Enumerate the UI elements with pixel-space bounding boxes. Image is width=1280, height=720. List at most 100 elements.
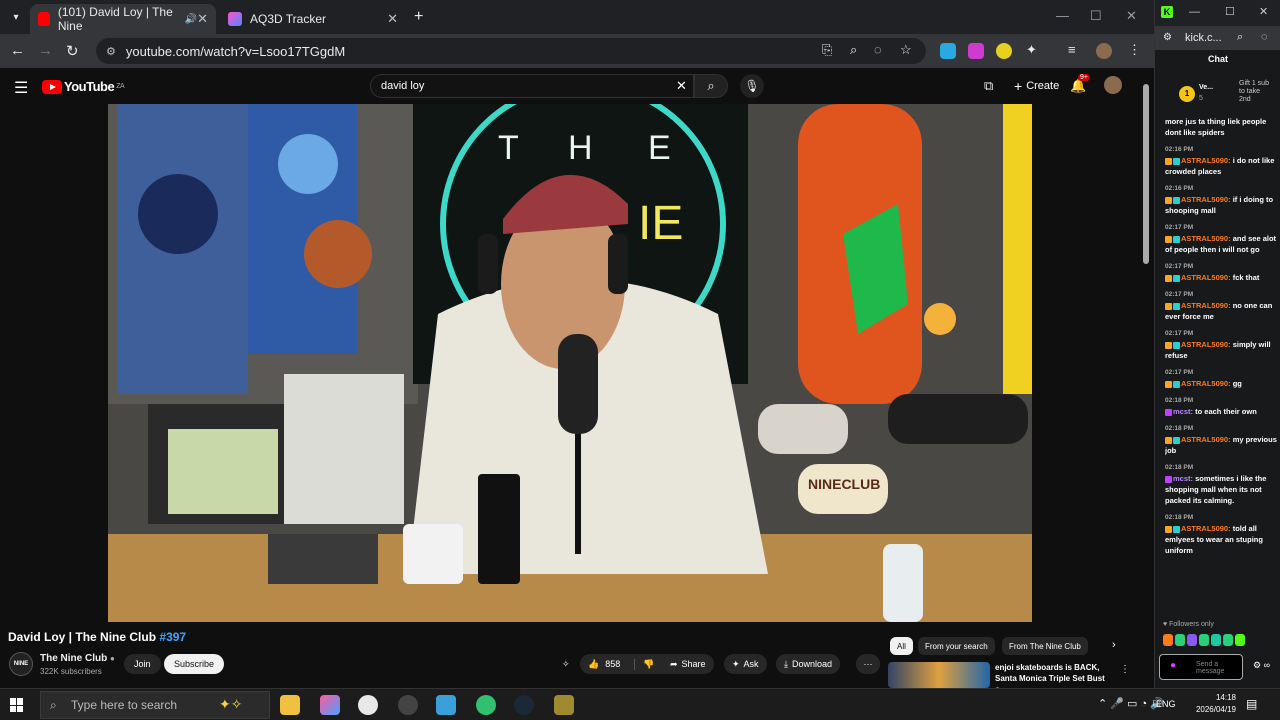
scrollbar-thumb[interactable]: [1143, 84, 1149, 264]
message-username[interactable]: ASTRAL5090:: [1181, 524, 1231, 533]
recommended-menu-icon[interactable]: ⋮: [1120, 664, 1130, 675]
message-username[interactable]: ASTRAL5090:: [1181, 195, 1231, 204]
emote-icon[interactable]: [1187, 634, 1197, 646]
microphone-icon[interactable]: 🎙: [740, 74, 764, 98]
extension-icon[interactable]: [968, 43, 984, 59]
app-icon[interactable]: [398, 695, 418, 715]
chip-from-channel[interactable]: From The Nine Club: [1002, 637, 1088, 655]
subscribe-button[interactable]: Subscribe: [164, 654, 225, 674]
search-button[interactable]: ⌕: [694, 74, 728, 98]
tab-aq3d[interactable]: AQ3D Tracker ✕: [220, 4, 406, 34]
file-explorer-icon[interactable]: [280, 695, 300, 715]
eye-off-icon[interactable]: ◌: [874, 42, 882, 57]
game-icon[interactable]: [554, 695, 574, 715]
more-actions-icon[interactable]: ···: [856, 654, 880, 674]
speaker-icon[interactable]: 🔊: [185, 14, 197, 25]
message-username[interactable]: ASTRAL5090:: [1181, 273, 1231, 282]
start-button[interactable]: [10, 698, 24, 712]
download-button[interactable]: ⤓ Download: [776, 654, 841, 674]
notification-center-icon[interactable]: ▤: [1246, 697, 1257, 711]
tab-search-icon[interactable]: ▾: [8, 9, 24, 25]
emote-icon[interactable]: [1235, 634, 1245, 646]
language-indicator[interactable]: ENG: [1156, 699, 1176, 709]
back-icon[interactable]: ←: [10, 42, 25, 59]
minimize-icon[interactable]: —: [1189, 6, 1200, 18]
recommended-thumbnail[interactable]: [888, 662, 990, 688]
video-player[interactable]: T H E IE NINECLUB: [108, 104, 1032, 622]
cast-icon[interactable]: ⧉: [984, 78, 993, 94]
user-avatar[interactable]: [1104, 76, 1122, 94]
zoom-icon[interactable]: ⌕: [850, 42, 857, 58]
tab-youtube[interactable]: (101) David Loy | The Nine 🔊 ✕: [30, 4, 216, 34]
copilot-icon[interactable]: [320, 695, 340, 715]
message-username[interactable]: ASTRAL5090:: [1181, 156, 1231, 165]
chip-from-search[interactable]: From your search: [918, 637, 995, 655]
extensions-puzzle-icon[interactable]: ✦: [1026, 42, 1037, 58]
sparkle-icon[interactable]: ✧: [558, 654, 574, 674]
taskbar-search-input[interactable]: ⌕ Type here to search ✦✧: [40, 691, 270, 719]
share-button[interactable]: ➦ Share: [662, 654, 714, 674]
close-tab-icon[interactable]: ✕: [387, 11, 398, 27]
reload-icon[interactable]: ↻: [66, 42, 79, 60]
message-username[interactable]: ASTRAL5090:: [1181, 234, 1231, 243]
emote-icon[interactable]: [1223, 634, 1233, 646]
chat-settings-icon[interactable]: ⚙ ∞: [1253, 660, 1270, 671]
youtube-logo[interactable]: YouTube ZA: [42, 79, 125, 94]
maximize-icon[interactable]: ☐: [1090, 8, 1102, 24]
bookmark-star-icon[interactable]: ☆: [900, 42, 912, 58]
extension-icon[interactable]: [940, 43, 956, 59]
forward-icon[interactable]: →: [38, 42, 53, 59]
install-icon[interactable]: ⎘: [822, 42, 832, 58]
steam-icon[interactable]: [514, 695, 534, 715]
create-button[interactable]: + Create: [1004, 74, 1069, 98]
menu-kebab-icon[interactable]: ⋮: [1128, 42, 1141, 58]
thumbs-up-icon[interactable]: 👍: [588, 659, 599, 670]
maximize-icon[interactable]: ☐: [1225, 5, 1235, 18]
profile-avatar[interactable]: [1096, 43, 1112, 59]
channel-name[interactable]: The Nine Club ●: [40, 653, 115, 664]
chrome-profile-icon[interactable]: [476, 695, 496, 715]
clear-search-icon[interactable]: ✕: [676, 78, 687, 94]
new-tab-button[interactable]: +: [414, 8, 423, 26]
channel-avatar[interactable]: NINE: [9, 652, 33, 676]
ask-button[interactable]: ✦ Ask: [724, 654, 767, 674]
message-username[interactable]: ASTRAL5090:: [1181, 435, 1231, 444]
close-window-icon[interactable]: ✕: [1259, 5, 1268, 18]
close-tab-icon[interactable]: ✕: [197, 11, 208, 27]
emote-icon[interactable]: [1175, 634, 1185, 646]
message-username[interactable]: mcst:: [1173, 474, 1193, 483]
hamburger-menu-icon[interactable]: ☰: [14, 78, 28, 98]
zoom-icon[interactable]: ⌕: [1237, 31, 1243, 44]
eye-off-icon[interactable]: ◌: [1261, 31, 1268, 43]
hashtag-link[interactable]: #397: [159, 630, 186, 644]
emote-icon[interactable]: [1211, 634, 1221, 646]
taskbar-clock[interactable]: 14:18 2026/04/19: [1190, 692, 1236, 716]
emote-icon[interactable]: [1199, 634, 1209, 646]
message-username[interactable]: ASTRAL5090:: [1181, 301, 1231, 310]
message-username[interactable]: ASTRAL5090:: [1181, 340, 1231, 349]
kick-url: kick.c...: [1185, 32, 1222, 44]
address-bar[interactable]: ⚙ youtube.com/watch?v=Lsoo17TGgdM: [96, 38, 926, 64]
pinned-gift-banner[interactable]: 1 Ve... 5 Gift 1 sub to take 2nd: [1163, 78, 1275, 112]
search-input[interactable]: david loy: [370, 74, 694, 98]
extension-icon[interactable]: [996, 43, 1012, 59]
join-button[interactable]: Join: [124, 654, 161, 674]
chat-message-input[interactable]: ● Send a message: [1159, 654, 1243, 680]
site-info-icon[interactable]: ⚙: [106, 45, 116, 58]
thumbs-down-icon[interactable]: 👎: [634, 658, 654, 670]
chrome-icon[interactable]: [358, 695, 378, 715]
chip-all[interactable]: All: [890, 637, 913, 655]
message-username[interactable]: ASTRAL5090:: [1181, 379, 1231, 388]
minimize-icon[interactable]: —: [1056, 8, 1069, 23]
system-tray[interactable]: ⌃ 🎤 ▭ ◔ 🔊: [1098, 697, 1164, 710]
chat-message-list[interactable]: more jus ta thing liek people dont like …: [1165, 116, 1277, 616]
close-window-icon[interactable]: ✕: [1126, 8, 1137, 24]
message-username[interactable]: mcst:: [1173, 407, 1193, 416]
page-scrollbar[interactable]: [1142, 84, 1150, 688]
media-control-icon[interactable]: ≡: [1068, 42, 1076, 57]
chevron-right-icon[interactable]: ›: [1112, 639, 1116, 651]
emote-icon[interactable]: [1163, 634, 1173, 646]
kick-address-bar[interactable]: ⚙ kick.c... ⌕ ◌: [1155, 26, 1280, 50]
site-settings-icon[interactable]: ⚙: [1163, 32, 1172, 43]
app-icon[interactable]: [436, 695, 456, 715]
